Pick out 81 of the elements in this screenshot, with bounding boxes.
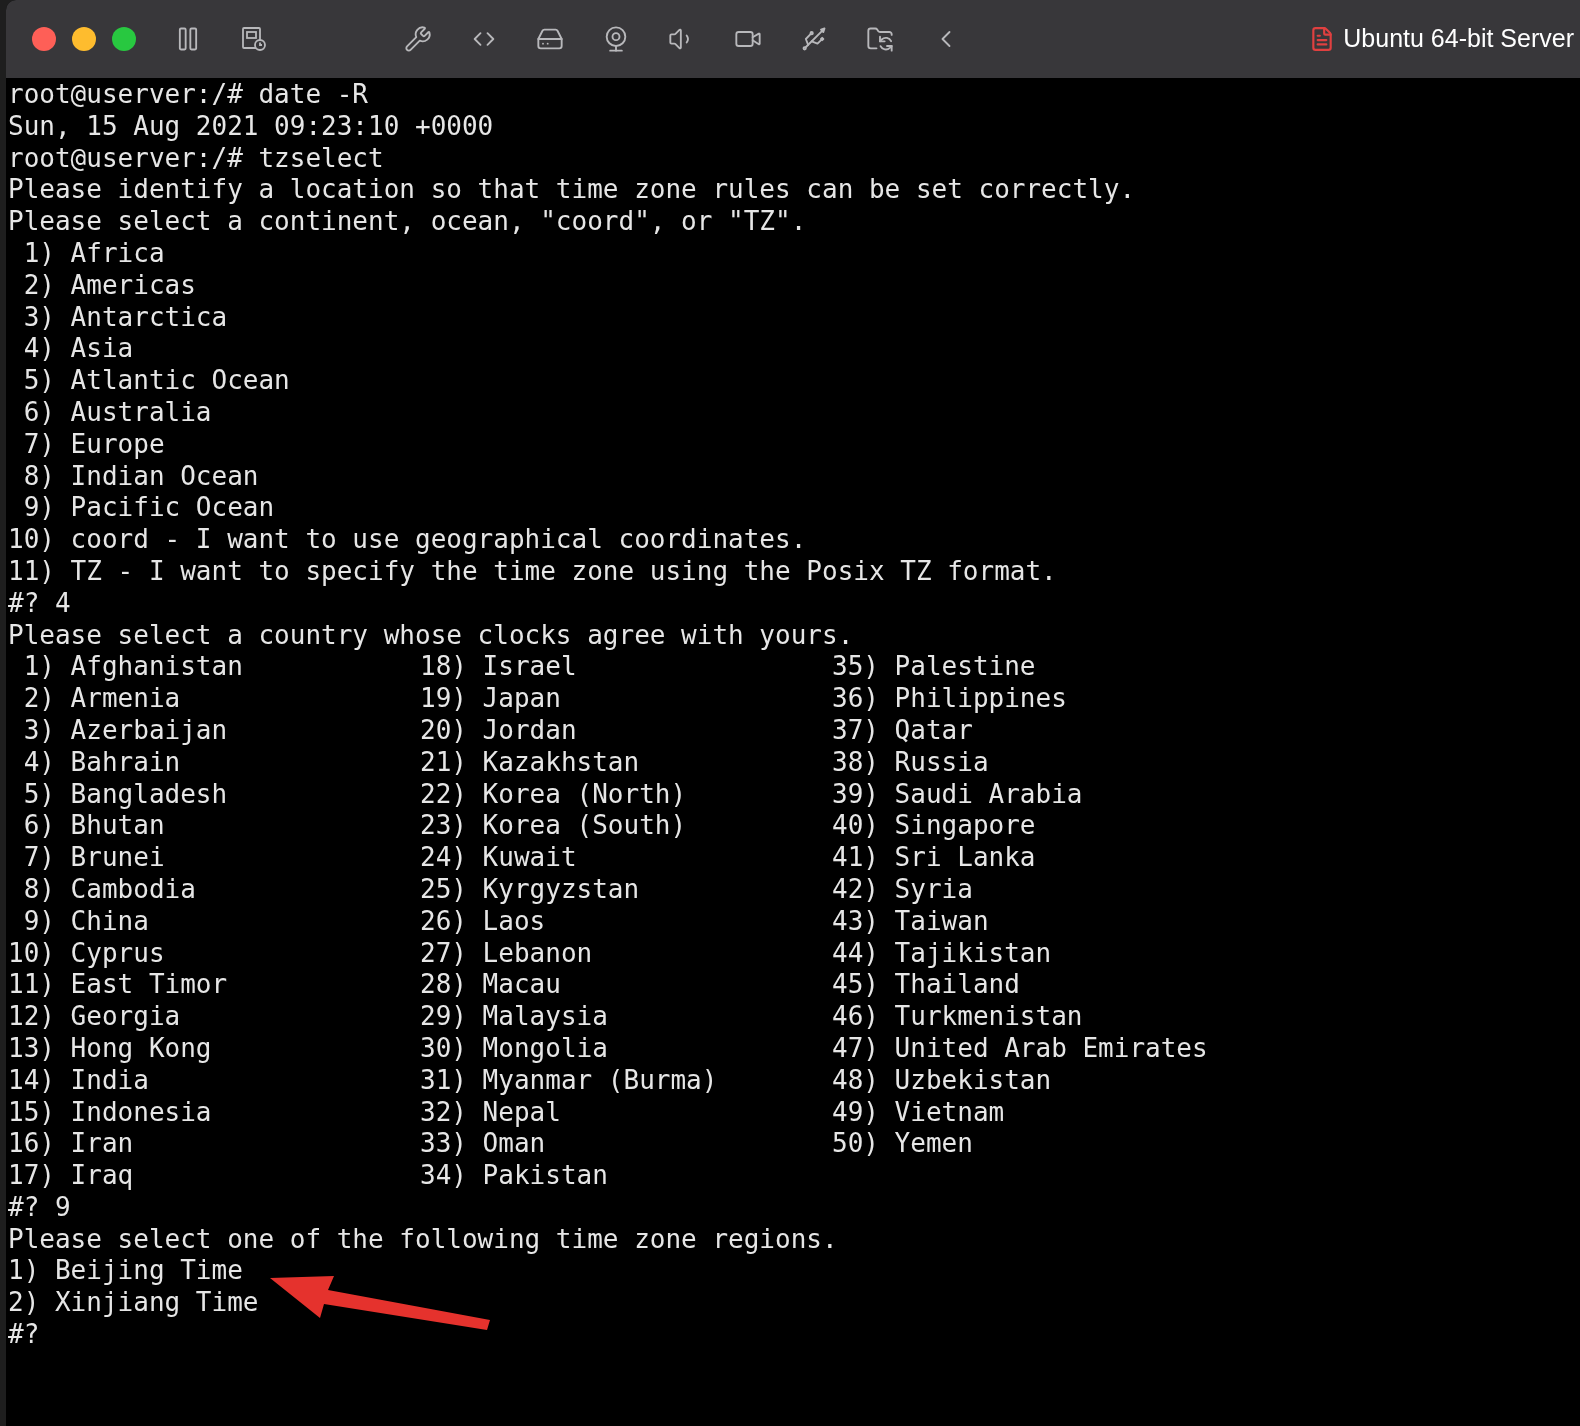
terminal-line: 9) Pacific Ocean <box>22 492 275 525</box>
terminal-line: 2) Xinjiang Time <box>8 1287 259 1320</box>
terminal-text: 26) Laos <box>420 905 547 938</box>
terminal-text: 10) Cyprus <box>8 937 166 970</box>
terminal-text: 3) Azerbaijan <box>22 714 229 747</box>
terminal-text: 30) Mongolia <box>420 1032 609 1065</box>
terminal-text: 48) Uzbekistan <box>832 1064 1053 1097</box>
terminal-line: Please select a country whose clocks agree with yours. <box>8 619 854 652</box>
terminal-line: 1) Beijing Time <box>8 1255 243 1288</box>
terminal-text: 13) Hong Kong <box>8 1032 213 1065</box>
terminal-line: 4) Asia <box>22 333 134 366</box>
terminal-line: #? 9 <box>8 1191 71 1224</box>
terminal-line: root@userver:/# tzselect <box>8 142 384 175</box>
terminal-text: 6) Bhutan <box>22 810 166 843</box>
shared-folder-icon[interactable] <box>866 25 894 53</box>
terminal-text: 29) Malaysia <box>420 1001 609 1033</box>
terminal-text: 15) Indonesia <box>8 1096 213 1129</box>
terminal-text: 39) Saudi Arabia <box>832 778 1084 811</box>
terminal-line: 2) Americas <box>22 269 196 302</box>
terminal-text: 11) East Timor <box>8 969 229 1002</box>
terminal-line: Please select a continent, ocean, "coord", or "TZ". <box>8 206 807 238</box>
terminal-text: 14) India <box>8 1064 150 1097</box>
terminal-line: 3) Antarctica <box>22 301 228 334</box>
terminal-text: 28) Macau <box>420 969 562 1002</box>
terminal-text: 5) Bangladesh <box>22 778 229 811</box>
terminal-text: 27) Lebanon <box>420 937 594 970</box>
terminal-text: 7) Brunei <box>22 842 166 874</box>
minimize-button[interactable] <box>72 27 96 51</box>
terminal-text: 42) Syria <box>832 873 974 906</box>
terminal-text: 22) Korea (North) <box>420 778 688 811</box>
terminal-text: 46) Turkmenistan <box>832 1001 1084 1033</box>
terminal-text: 38) Russia <box>832 746 990 779</box>
terminal-line: root@userver:/# date -R <box>8 79 369 111</box>
terminal-line: 11) TZ - I want to specify the time zone using the Posix TZ format. <box>8 555 1057 588</box>
terminal-line: #? <box>8 1319 40 1351</box>
close-button[interactable] <box>32 27 56 51</box>
terminal-line: 5) Atlantic Ocean <box>22 365 290 397</box>
terminal-text: 25) Kyrgyzstan <box>420 873 641 906</box>
terminal-line: #? 4 <box>8 587 71 620</box>
terminal-text: 41) Sri Lanka <box>832 842 1037 874</box>
terminal-text: 47) United Arab Emirates <box>832 1032 1209 1065</box>
terminal-text: 24) Kuwait <box>420 842 578 874</box>
terminal-text: 19) Japan <box>420 683 562 715</box>
terminal-text: 45) Thailand <box>832 969 1021 1002</box>
wrench-icon[interactable] <box>404 25 432 53</box>
terminal-text: 20) Jordan <box>420 714 578 747</box>
terminal-text: 35) Palestine <box>832 651 1037 684</box>
terminal-text: 23) Korea (South) <box>420 810 688 843</box>
terminal-text: 34) Pakistan <box>420 1160 609 1192</box>
terminal-text: 32) Nepal <box>420 1096 562 1129</box>
terminal-text: 17) Iraq <box>8 1160 135 1192</box>
terminal-text: 18) Israel <box>420 651 578 684</box>
snapshot-icon[interactable] <box>240 25 268 53</box>
terminal-text: 36) Philippines <box>832 683 1068 715</box>
terminal-text: 49) Vietnam <box>832 1096 1006 1129</box>
terminal-text: 50) Yemen <box>832 1128 974 1161</box>
terminal-text: 44) Tajikistan <box>832 937 1053 970</box>
terminal-text: 31) Myanmar (Burma) <box>420 1064 719 1097</box>
terminal-text: 21) Kazakhstan <box>420 746 641 779</box>
terminal-line: Please identify a location so that time zone rules can be set correctly. <box>8 174 1136 207</box>
terminal-text: 1) Afghanistan <box>22 651 244 684</box>
terminal-text: 12) Georgia <box>8 1001 182 1033</box>
terminal-text: 2) Armenia <box>22 683 182 715</box>
usb-icon[interactable] <box>800 25 828 53</box>
terminal-text: 8) Cambodia <box>22 873 197 906</box>
terminal-line: 6) Australia <box>22 396 212 429</box>
terminal-text: 4) Bahrain <box>22 746 182 779</box>
terminal-text: 43) Taiwan <box>832 905 990 938</box>
terminal-line: 7) Europe <box>22 428 165 461</box>
terminal-line: 8) Indian Ocean <box>22 460 259 493</box>
terminal-line: Please select one of the following time zone regions. <box>8 1223 838 1256</box>
terminal-text: 16) Iran <box>8 1128 135 1161</box>
window-title: Ubuntu 64-bit Server <box>1343 23 1574 55</box>
zoom-button[interactable] <box>112 27 136 51</box>
terminal-text: 33) Oman <box>420 1128 547 1161</box>
terminal-text: 37) Qatar <box>832 714 974 747</box>
terminal-text: 40) Singapore <box>832 810 1037 843</box>
terminal-line: 10) coord - I want to use geographical coordinates. <box>8 524 807 556</box>
terminal-line: 1) Africa <box>22 238 165 270</box>
terminal-text: 9) China <box>22 905 150 938</box>
terminal-line: Sun, 15 Aug 2021 09:23:10 +0000 <box>8 110 494 143</box>
